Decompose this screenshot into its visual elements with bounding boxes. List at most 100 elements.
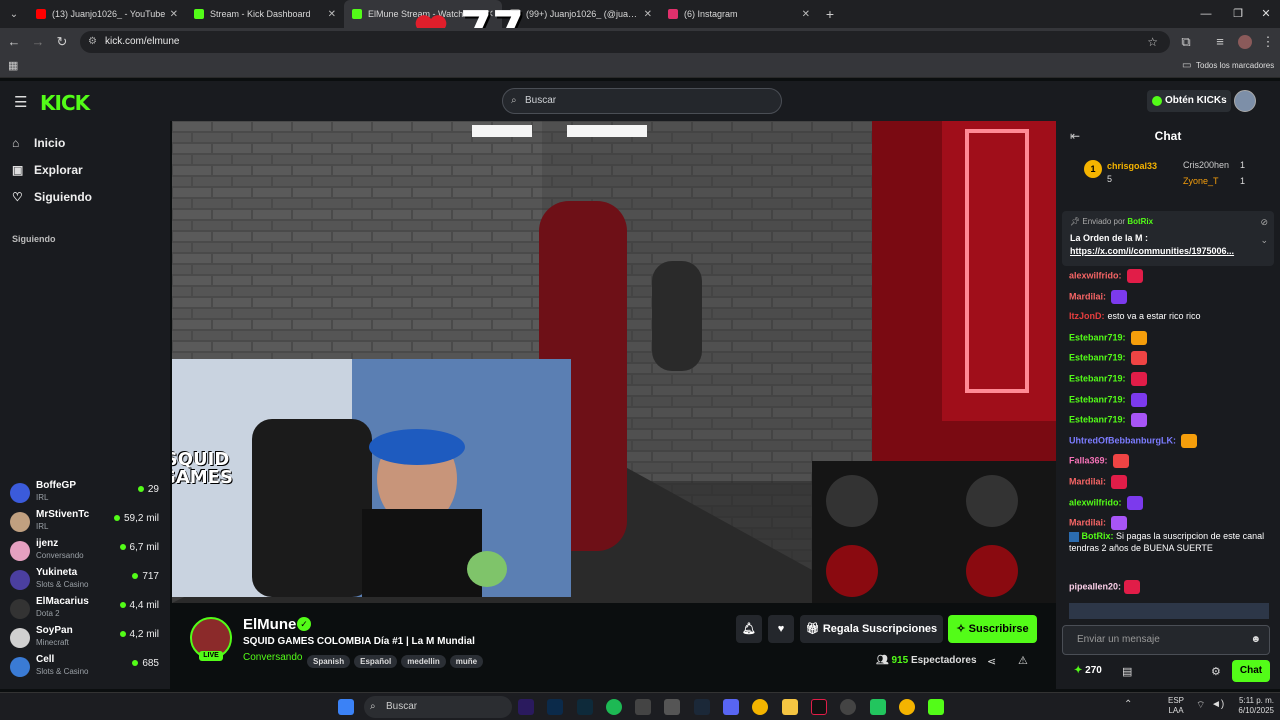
hide-pin-icon[interactable]: ⊘ <box>1260 217 1268 228</box>
sidebar-stream-item[interactable]: ElMacarius Dota 2 4,4 mil <box>10 596 165 624</box>
tag[interactable]: muñe <box>449 655 484 668</box>
leaderboard-user[interactable]: Cris200hen <box>1183 160 1229 170</box>
profile-avatar[interactable] <box>1238 35 1252 49</box>
site-info-icon[interactable]: ⚙ <box>88 31 97 53</box>
search-input[interactable]: ⌕ Buscar <box>502 88 782 114</box>
discord-icon[interactable] <box>723 699 739 715</box>
notification-bell-button[interactable]: 🔔︎ <box>736 615 762 643</box>
channel-name[interactable]: ElMune <box>243 616 296 633</box>
chat-username[interactable]: Estebanr719: <box>1069 415 1126 425</box>
chat-username[interactable]: UhtredOfBebbanburgLK: <box>1069 435 1176 445</box>
sidebar-stream-item[interactable]: SoyPan Minecraft 4,2 mil <box>10 625 165 653</box>
chat-username[interactable]: Estebanr719: <box>1069 332 1126 342</box>
chrome-icon[interactable] <box>752 699 768 715</box>
url-field[interactable]: ⚙ kick.com/elmune ☆ <box>80 31 1170 53</box>
hamburger-menu-icon[interactable]: ☰ <box>14 93 27 111</box>
chat-input[interactable]: Enviar un mensaje ☻ <box>1062 625 1270 655</box>
report-icon[interactable]: ⚠ <box>1018 654 1028 667</box>
kick-logo[interactable]: KICK <box>40 91 90 115</box>
leaderboard-top-user[interactable]: chrisgoal33 <box>1107 161 1157 171</box>
extensions-icon[interactable]: ⧉ <box>1174 28 1198 56</box>
all-bookmarks-link[interactable]: Todos los marcadores <box>1196 61 1274 70</box>
pinned-message[interactable]: 📌︎ Enviado por BotRix ⊘ La Orden de la M… <box>1062 211 1274 266</box>
volume-icon[interactable]: ◄) <box>1211 699 1224 710</box>
tray-chevron-icon[interactable]: ⌃ <box>1124 699 1132 710</box>
taskbar-search[interactable]: ⌕ Buscar <box>364 696 512 718</box>
photoshop-icon[interactable] <box>547 699 563 715</box>
tag[interactable]: Español <box>354 655 398 668</box>
browser-tab[interactable]: (6) Instagram ✕ <box>660 0 818 28</box>
spotify-icon[interactable] <box>606 699 622 715</box>
tiktok-icon[interactable] <box>811 699 827 715</box>
apps-grid-icon[interactable]: ▦ <box>8 59 18 72</box>
tab-search-icon[interactable]: ⌄ <box>0 0 28 28</box>
premiere-icon[interactable] <box>518 699 534 715</box>
browser-menu-icon[interactable]: ⋮ <box>1256 28 1280 56</box>
new-tab-button[interactable]: + <box>818 6 842 22</box>
gift-subs-button[interactable]: 🎁︎ Regala Suscripciones <box>800 615 943 643</box>
steam-icon[interactable] <box>694 699 710 715</box>
sidebar-stream-item[interactable]: ijenz Conversando 6,7 mil <box>10 538 165 566</box>
close-tab-icon[interactable]: ✕ <box>644 9 652 20</box>
chat-username[interactable]: Mardilai: <box>1069 291 1106 301</box>
reload-button[interactable]: ↻ <box>50 28 74 56</box>
chat-username[interactable]: Estebanr719: <box>1069 394 1126 404</box>
windows-start-icon[interactable] <box>338 699 354 715</box>
sidebar-stream-item[interactable]: BoffeGP IRL 29 <box>10 480 165 508</box>
app-icon[interactable] <box>664 699 680 715</box>
stream-category[interactable]: Conversando <box>243 652 302 663</box>
send-chat-button[interactable]: Chat <box>1232 660 1270 682</box>
app-icon[interactable] <box>870 699 886 715</box>
browser-tab[interactable]: Stream - Kick Dashboard ✕ <box>186 0 344 28</box>
chrome-icon[interactable] <box>899 699 915 715</box>
chat-username[interactable]: ItzJonD: <box>1069 311 1105 321</box>
back-button[interactable]: ← <box>2 28 26 56</box>
settings-gear-icon[interactable]: ⚙ <box>1211 665 1221 678</box>
share-icon[interactable]: ⋖ <box>987 655 996 668</box>
chat-username[interactable]: Mardilai: <box>1069 518 1106 528</box>
media-icon[interactable]: ≡ <box>1208 28 1232 56</box>
clock[interactable]: 5:11 p. m. 6/10/2025 <box>1232 696 1274 716</box>
bookmark-star-icon[interactable]: ☆ <box>1147 31 1158 53</box>
chat-username[interactable]: Estebanr719: <box>1069 353 1126 363</box>
chat-username[interactable]: alexwilfrido: <box>1069 497 1122 507</box>
user-avatar[interactable] <box>1234 90 1256 112</box>
network-icon[interactable]: ⌔ <box>1196 699 1205 712</box>
chat-username[interactable]: Mardilai: <box>1069 476 1106 486</box>
subscribe-button[interactable]: ✧ Suscribirse <box>948 615 1037 643</box>
chat-username[interactable]: alexwilfrido: <box>1069 270 1122 280</box>
minimize-button[interactable]: — <box>1190 0 1222 28</box>
sidebar-stream-item[interactable]: Cell Slots & Casino 685 <box>10 654 165 682</box>
leaderboard-user[interactable]: Zyone_T <box>1183 176 1219 186</box>
forward-button[interactable]: → <box>26 28 50 56</box>
emote-strip[interactable] <box>1069 603 1269 619</box>
close-tab-icon[interactable]: ✕ <box>170 9 178 20</box>
points-counter[interactable]: ✦ 270 <box>1074 665 1102 676</box>
sidebar-stream-item[interactable]: Yukineta Slots & Casino 717 <box>10 567 165 595</box>
video-player[interactable]: SQUID GAMES <box>172 121 1056 603</box>
chat-username[interactable]: Falla369: <box>1069 456 1108 466</box>
file-explorer-icon[interactable] <box>782 699 798 715</box>
language-indicator[interactable]: ESP LAA <box>1168 696 1184 716</box>
emoji-icon[interactable]: ☻ <box>1250 626 1261 654</box>
close-tab-icon[interactable]: ✕ <box>328 9 336 20</box>
chevron-down-icon[interactable]: ⌄ <box>1260 235 1268 246</box>
app-icon[interactable] <box>840 699 856 715</box>
browser-tab[interactable]: (99+) Juanjo1026_ (@juanjo102✕ <box>502 0 660 28</box>
nav-following[interactable]: ♡ Siguiendo <box>12 190 92 204</box>
sidebar-stream-item[interactable]: MrStivenTc IRL 59,2 mil <box>10 509 165 537</box>
nav-explore[interactable]: ▣ Explorar <box>12 163 83 177</box>
close-window-button[interactable]: ✕ <box>1250 0 1280 28</box>
pinned-link[interactable]: https://x.com/i/communities/1975006... <box>1070 246 1234 256</box>
app-icon[interactable] <box>635 699 651 715</box>
browser-tab[interactable]: (13) Juanjo1026_ - YouTube ✕ <box>28 0 186 28</box>
close-tab-icon[interactable]: ✕ <box>802 9 810 20</box>
tag[interactable]: Spanish <box>307 655 351 668</box>
kick-app-icon[interactable] <box>928 699 944 715</box>
nav-home[interactable]: ⌂ Inicio <box>12 136 65 150</box>
store-icon[interactable]: ▤ <box>1122 665 1132 678</box>
chat-username[interactable]: Estebanr719: <box>1069 373 1126 383</box>
tag[interactable]: medellin <box>401 655 446 668</box>
obtain-kicks-button[interactable]: Obtén KICKs <box>1147 90 1231 112</box>
follow-button[interactable]: ♥ <box>768 615 794 643</box>
